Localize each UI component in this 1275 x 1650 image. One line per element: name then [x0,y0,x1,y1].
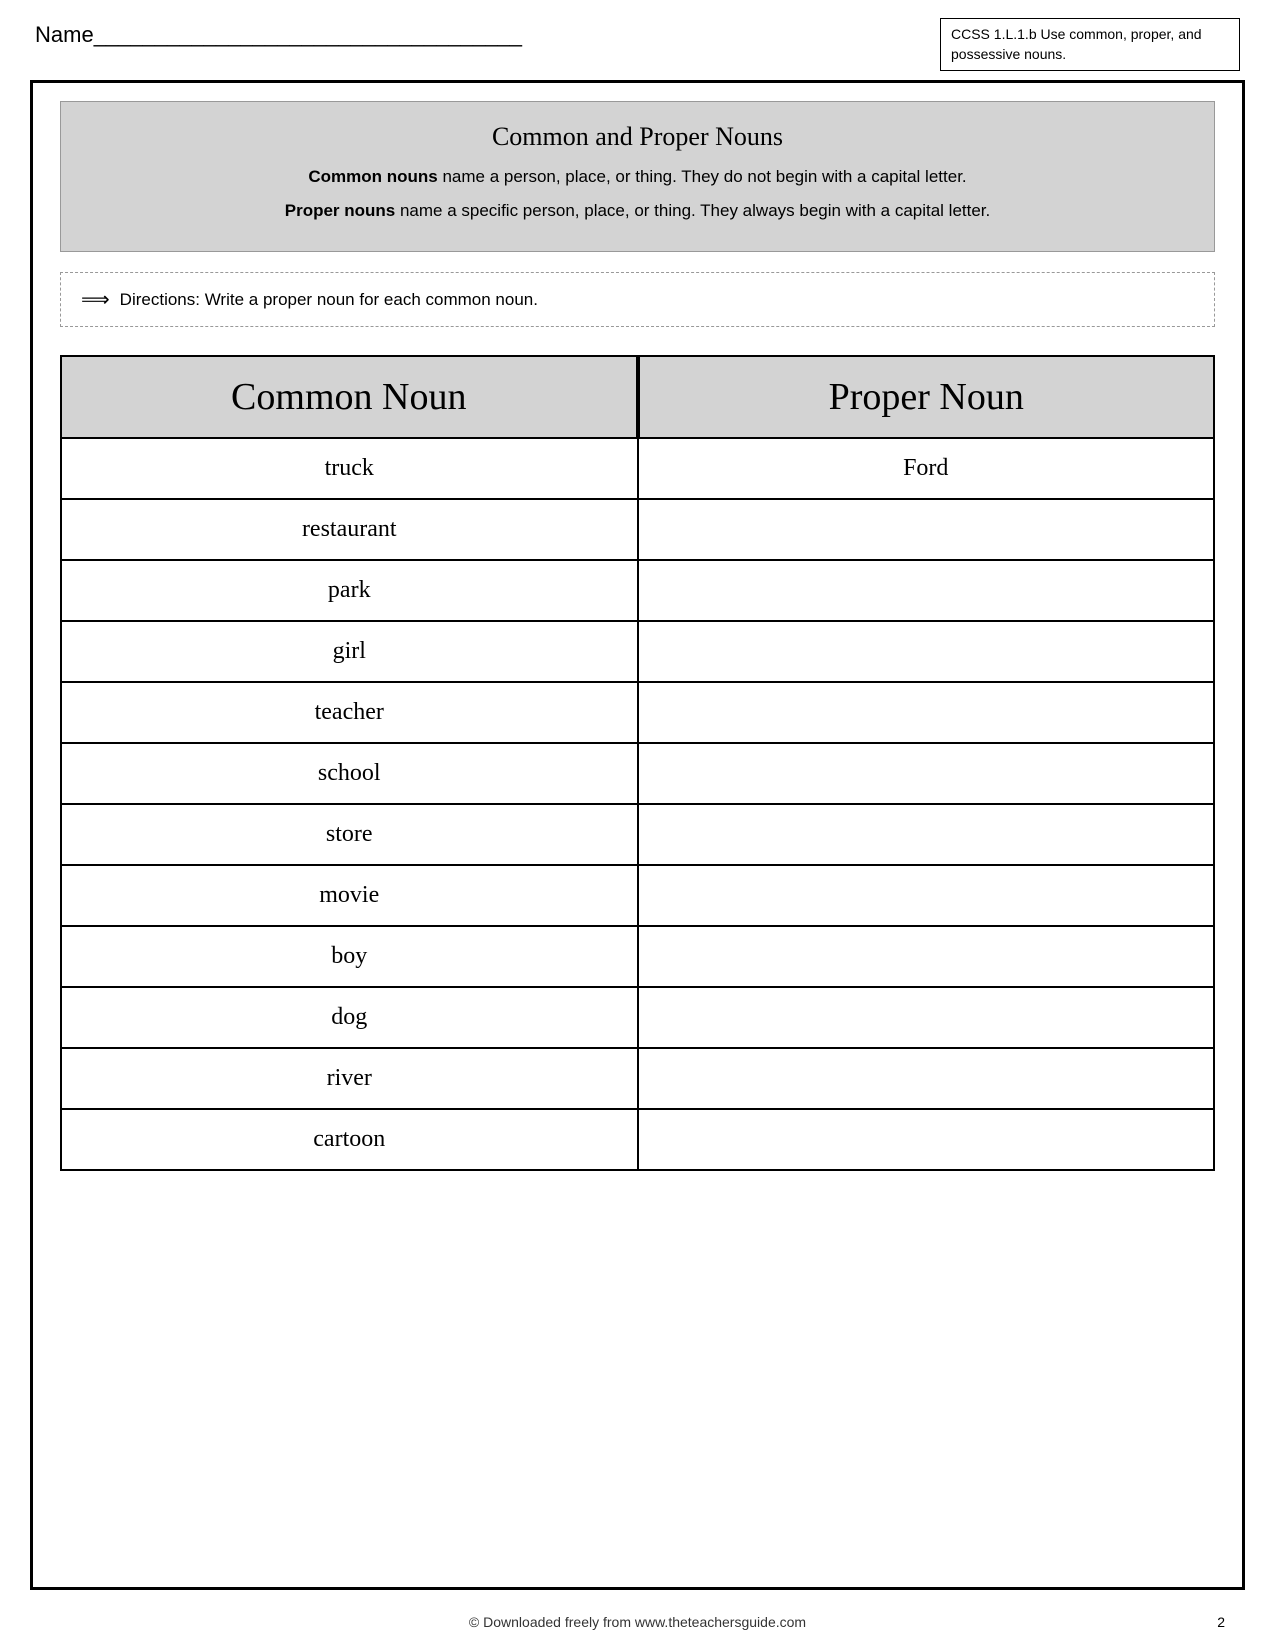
common-noun-cell: dog [62,988,639,1047]
table-body: truckFordrestaurantparkgirlteacherschool… [60,439,1215,1171]
info-title: Common and Proper Nouns [91,122,1184,152]
proper-bold: Proper nouns [285,201,396,220]
info-box: Common and Proper Nouns Common nouns nam… [60,101,1215,252]
common-noun-cell: movie [62,866,639,925]
bottom-border [30,1587,1245,1590]
header: Name___________________________________ … [0,0,1275,71]
footer-page-number: 2 [1217,1614,1225,1630]
common-noun-cell: cartoon [62,1110,639,1169]
common-noun-cell: store [62,805,639,864]
common-noun-header: Common Noun [60,355,638,439]
table-header: Common Noun Proper Noun [60,355,1215,439]
common-noun-cell: girl [62,622,639,681]
common-noun-cell: river [62,1049,639,1108]
common-noun-cell: school [62,744,639,803]
proper-noun-description: Proper nouns name a specific person, pla… [91,198,1184,224]
table-row: teacher [62,681,1213,742]
name-label: Name [35,22,94,47]
proper-noun-cell[interactable] [639,622,1214,681]
proper-noun-cell[interactable] [639,1049,1214,1108]
table-row: store [62,803,1213,864]
table-row: boy [62,925,1213,986]
table-row: restaurant [62,498,1213,559]
name-underline: ___________________________________ [94,22,522,47]
proper-noun-cell[interactable] [639,744,1214,803]
page: Name___________________________________ … [0,0,1275,1650]
proper-noun-cell[interactable] [639,500,1214,559]
table-row: school [62,742,1213,803]
proper-noun-header: Proper Noun [638,355,1216,439]
common-bold: Common nouns [308,167,437,186]
proper-noun-cell[interactable]: Ford [639,439,1214,498]
common-noun-cell: boy [62,927,639,986]
common-noun-cell: restaurant [62,500,639,559]
standards-box: CCSS 1.L.1.b Use common, proper, and pos… [940,18,1240,71]
proper-noun-cell[interactable] [639,866,1214,925]
name-field: Name___________________________________ [35,18,522,48]
common-noun-cell: park [62,561,639,620]
table-row: river [62,1047,1213,1108]
table-row: movie [62,864,1213,925]
arrow-icon: ⟹ [81,287,110,312]
common-noun-description: Common nouns name a person, place, or th… [91,164,1184,190]
common-noun-cell: teacher [62,683,639,742]
table-row: park [62,559,1213,620]
proper-noun-cell[interactable] [639,927,1214,986]
proper-noun-cell[interactable] [639,805,1214,864]
footer: © Downloaded freely from www.theteachers… [0,1614,1275,1630]
proper-noun-cell[interactable] [639,988,1214,1047]
noun-table: Common Noun Proper Noun truckFordrestaur… [60,355,1215,1171]
proper-rest: name a specific person, place, or thing.… [395,201,990,220]
left-border [30,80,33,1590]
proper-noun-cell[interactable] [639,561,1214,620]
footer-copyright: © Downloaded freely from www.theteachers… [469,1614,806,1630]
proper-noun-cell[interactable] [639,683,1214,742]
table-row: girl [62,620,1213,681]
table-row: truckFord [62,439,1213,498]
standards-text: CCSS 1.L.1.b Use common, proper, and pos… [951,26,1202,62]
top-border [30,80,1245,83]
directions-box: ⟹ Directions: Write a proper noun for ea… [60,272,1215,327]
common-noun-cell: truck [62,439,639,498]
table-row: dog [62,986,1213,1047]
table-row: cartoon [62,1108,1213,1169]
proper-noun-cell[interactable] [639,1110,1214,1169]
main-content: Common and Proper Nouns Common nouns nam… [0,81,1275,1171]
right-border [1242,80,1245,1590]
common-rest: name a person, place, or thing. They do … [438,167,967,186]
directions-text: Directions: Write a proper noun for each… [120,290,538,310]
